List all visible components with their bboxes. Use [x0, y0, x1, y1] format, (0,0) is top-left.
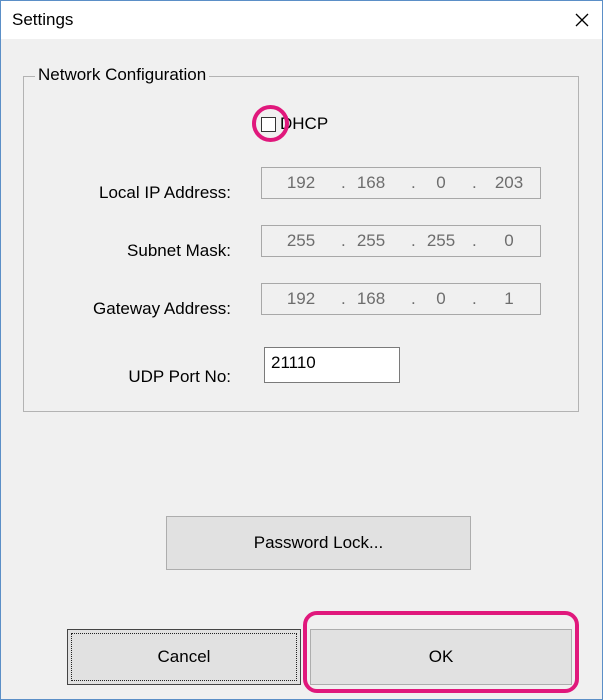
- octet-dot: .: [472, 231, 477, 250]
- dhcp-checkbox-row[interactable]: DHCP: [261, 114, 328, 134]
- octet-dot: .: [341, 289, 346, 308]
- octet-dot: .: [411, 173, 416, 192]
- ok-button[interactable]: OK: [310, 629, 572, 685]
- password-lock-label: Password Lock...: [253, 533, 384, 552]
- gateway-address-field: 192 . 168 . 0 . 1: [261, 283, 541, 315]
- ip-octet: 192: [286, 289, 316, 308]
- local-ip-field: 192 . 168 . 0 . 203: [261, 167, 541, 199]
- settings-dialog: Settings Network Configuration DHCP Loca…: [0, 0, 603, 700]
- cancel-button[interactable]: Cancel: [67, 629, 301, 685]
- octet-dot: .: [411, 289, 416, 308]
- subnet-mask-field: 255 . 255 . 255 . 0: [261, 225, 541, 257]
- octet-dot: .: [341, 231, 346, 250]
- ip-octet: 0: [436, 173, 446, 192]
- ip-octet: 255: [356, 231, 386, 250]
- octet-dot: .: [472, 289, 477, 308]
- ip-octet: 255: [286, 231, 316, 250]
- ip-octet: 168: [356, 289, 386, 308]
- network-configuration-title: Network Configuration: [35, 65, 210, 85]
- close-button[interactable]: [561, 1, 602, 39]
- ip-octet: 192: [286, 173, 316, 192]
- subnet-mask-label: Subnet Mask:: [127, 241, 231, 260]
- ip-octet: 0: [504, 231, 514, 250]
- ip-octet: 203: [494, 173, 524, 192]
- ip-octet: 255: [426, 231, 456, 250]
- window-title: Settings: [12, 10, 74, 29]
- octet-dot: .: [341, 173, 346, 192]
- dhcp-checkbox[interactable]: [261, 116, 276, 132]
- ip-octet: 168: [356, 173, 386, 192]
- octet-dot: .: [411, 231, 416, 250]
- close-icon: [575, 13, 588, 27]
- octet-dot: .: [472, 173, 477, 192]
- gateway-address-label: Gateway Address:: [93, 299, 231, 318]
- ip-octet: 0: [436, 289, 446, 308]
- dhcp-label: DHCP: [280, 114, 329, 133]
- title-bar: Settings: [1, 1, 602, 39]
- cancel-label: Cancel: [157, 647, 211, 666]
- password-lock-button[interactable]: Password Lock...: [166, 516, 471, 570]
- udp-port-input[interactable]: 21110: [264, 347, 400, 383]
- ok-label: OK: [428, 647, 454, 666]
- udp-port-label: UDP Port No:: [128, 367, 231, 386]
- local-ip-label: Local IP Address:: [99, 183, 231, 202]
- ip-octet: 1: [504, 289, 514, 308]
